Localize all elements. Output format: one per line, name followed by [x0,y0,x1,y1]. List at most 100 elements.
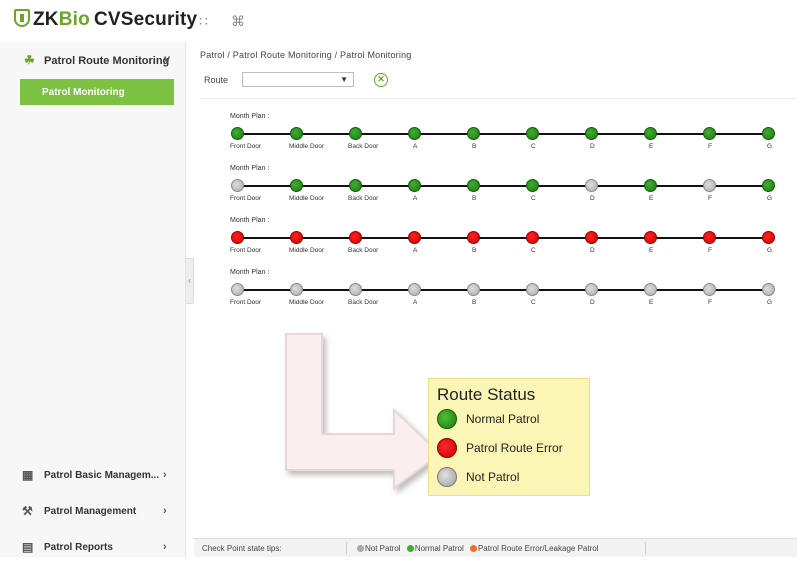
checkpoint-node-gray[interactable] [762,283,775,296]
legend-not-patrol: Not Patrol [365,544,401,553]
checkpoint-label: Middle Door [289,247,325,254]
logo-text-bio: Bio [58,9,90,30]
checkpoint-label: B [472,247,477,254]
checkpoint-node-red[interactable] [526,231,539,244]
checkpoint-label: B [472,143,477,150]
checkpoint-label: G [767,143,773,150]
route-line [238,133,770,135]
normal-patrol-dot-icon [406,545,414,552]
status-bar: Check Point state tips: Not Patrol Norma… [194,538,797,557]
checkpoint-node-gray[interactable] [408,283,421,296]
checkpoint-node-green[interactable] [526,179,539,192]
checkpoint-node-green[interactable] [290,179,303,192]
checkpoint-node-green[interactable] [349,127,362,140]
checkpoint-node-green[interactable] [231,127,244,140]
checkpoint-label: G [767,299,773,306]
legend-normal-patrol: Normal Patrol [414,544,464,553]
checkpoint-label: Middle Door [289,299,325,306]
route-select[interactable]: ▼ [242,72,354,87]
checkpoint-node-red[interactable] [644,231,657,244]
route-error-dot-icon [469,545,477,552]
grid-icon[interactable]: ∷ [199,13,208,30]
checkpoint-label: Front Door [230,299,262,306]
checkpoint-node-gray[interactable] [349,283,362,296]
checkpoint-node-red[interactable] [585,231,598,244]
checkpoint-label: B [472,299,477,306]
chevron-right-icon: › [163,505,167,517]
checkpoint-label: G [767,247,773,254]
checkpoint-node-gray[interactable] [231,179,244,192]
checkpoint-node-green[interactable] [467,127,480,140]
checkpoint-node-red[interactable] [762,231,775,244]
normal-patrol-dot-icon [437,409,457,429]
checkpoint-node-red[interactable] [231,231,244,244]
chevron-right-icon: › [163,541,167,553]
checkpoint-node-green[interactable] [762,127,775,140]
checkpoint-node-gray[interactable] [231,283,244,296]
building-icon: ▦ [22,468,34,482]
sidebar-item-label: Patrol Basic Managem... [44,470,160,481]
callout-label: Patrol Route Error [466,441,563,455]
sidebar: ☘ Patrol Route Monitoring ∨ Patrol Monit… [0,42,186,557]
checkpoint-node-gray[interactable] [526,283,539,296]
checkpoint-node-green[interactable] [585,127,598,140]
checkpoint-label: D [590,195,595,202]
checkpoint-label: Front Door [230,195,262,202]
checkpoint-node-green[interactable] [644,127,657,140]
checkpoint-label: Back Door [348,195,379,202]
checkpoint-node-green[interactable] [408,179,421,192]
checkpoint-node-red[interactable] [467,231,480,244]
patrol-route-icon: ☘ [24,53,35,67]
route-line [238,237,770,239]
sidebar-section-patrol-route-monitoring[interactable]: ☘ Patrol Route Monitoring ∨ [0,48,186,74]
sidebar-item-patrol-monitoring[interactable]: Patrol Monitoring [20,79,174,105]
wrench-icon: ⚒ [22,504,33,518]
checkpoint-label: E [649,143,654,150]
checkpoint-label: C [531,143,536,150]
checkpoint-node-red[interactable] [703,231,716,244]
sidebar-item-patrol-reports[interactable]: ▤ Patrol Reports › [0,532,186,562]
checkpoint-node-gray[interactable] [467,283,480,296]
checkpoint-label: Back Door [348,247,379,254]
checkpoint-node-green[interactable] [526,127,539,140]
checkpoint-node-green[interactable] [644,179,657,192]
sidebar-item-patrol-basic-management[interactable]: ▦ Patrol Basic Managem... › [0,460,186,490]
checkpoint-label: E [649,299,654,306]
checkpoint-node-gray[interactable] [644,283,657,296]
pointer-arrow-icon [285,333,442,490]
checkpoint-node-gray[interactable] [290,283,303,296]
checkpoint-label: C [531,299,536,306]
app-logo[interactable]: ZKBio CVSecurity [14,9,197,31]
sidebar-collapse-handle[interactable]: ‹ [186,258,194,304]
checkpoint-node-green[interactable] [290,127,303,140]
checkpoint-label: Back Door [348,299,379,306]
checkpoint-label: F [708,247,712,254]
checkpoint-node-gray[interactable] [585,179,598,192]
checkpoint-node-green[interactable] [762,179,775,192]
checkpoint-node-gray[interactable] [703,179,716,192]
command-icon[interactable]: ⌘ [231,13,245,30]
callout-label: Not Patrol [466,470,520,484]
checkpoint-label: Back Door [348,143,379,150]
checkpoint-node-green[interactable] [703,127,716,140]
clear-icon[interactable]: ✕ [374,73,388,87]
breadcrumb: Patrol / Patrol Route Monitoring / Patro… [200,50,412,60]
checkpoint-label: D [590,247,595,254]
checkpoint-node-red[interactable] [349,231,362,244]
logo-text-zk: ZK [33,9,59,30]
checkpoint-node-green[interactable] [349,179,362,192]
route-error-dot-icon [437,438,457,458]
sidebar-item-patrol-management[interactable]: ⚒ Patrol Management › [0,496,186,526]
checkpoint-node-red[interactable] [290,231,303,244]
chevron-right-icon: › [163,469,167,481]
checkpoint-node-green[interactable] [467,179,480,192]
checkpoint-node-gray[interactable] [703,283,716,296]
checkpoint-label: A [413,195,418,202]
top-bar: ZKBio CVSecurity ∷ ⌘ [0,0,797,42]
checkpoint-node-red[interactable] [408,231,421,244]
checkpoint-label: F [708,299,712,306]
checkpoint-node-gray[interactable] [585,283,598,296]
month-plan-label: Month Plan : [230,269,270,276]
route-label: Route [204,75,229,85]
checkpoint-node-green[interactable] [408,127,421,140]
